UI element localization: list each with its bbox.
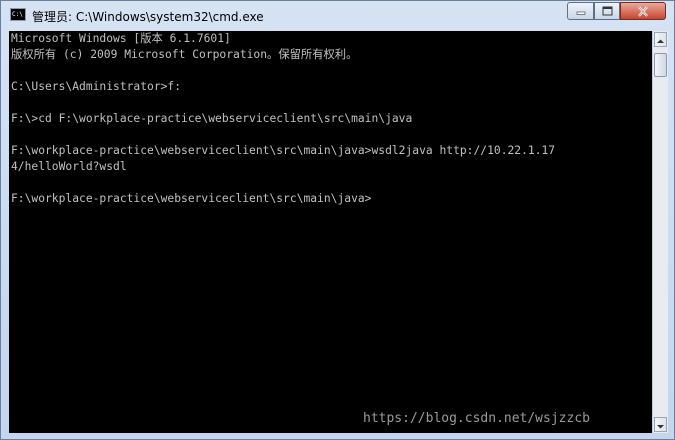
title-bar[interactable]: C:\ 管理员: C:\Windows\system32\cmd.exe [1, 1, 674, 31]
scroll-up-button[interactable] [654, 32, 667, 47]
maximize-button[interactable] [594, 2, 620, 20]
cmd-window: C:\ 管理员: C:\Windows\system32\cmd.exe Mic… [0, 0, 675, 440]
close-button[interactable] [620, 2, 666, 20]
arrow-up-icon [657, 39, 664, 43]
close-icon [638, 5, 648, 17]
cmd-icon-text: C:\ [12, 11, 23, 18]
vertical-scrollbar[interactable] [652, 31, 668, 433]
minimize-button[interactable] [567, 2, 594, 20]
cmd-icon[interactable]: C:\ [10, 8, 26, 21]
console-line: F:\workplace-practice\webserviceclient\s… [11, 144, 556, 157]
console-prompt-line: F:\workplace-practice\webserviceclient\s… [11, 192, 372, 205]
window-title: 管理员: C:\Windows\system32\cmd.exe [32, 10, 264, 24]
console-line: C:\Users\Administrator>f: [11, 80, 182, 93]
watermark-text: https://blog.csdn.net/wsjzzcb [363, 411, 590, 426]
scrollbar-thumb[interactable] [654, 53, 667, 77]
minimize-icon [576, 11, 585, 15]
console-line: Microsoft Windows [版本 6.1.7601] [11, 32, 231, 45]
console-line: F:\>cd F:\workplace-practice\webservicec… [11, 112, 413, 125]
console-line: 4/helloWorld?wsdl [11, 160, 127, 173]
console-line: 版权所有 (c) 2009 Microsoft Corporation。保留所有… [11, 48, 358, 61]
arrow-down-icon [657, 425, 664, 429]
scroll-down-button[interactable] [654, 417, 667, 432]
console-output[interactable]: Microsoft Windows [版本 6.1.7601] 版权所有 (c)… [9, 31, 652, 433]
maximize-icon [602, 6, 612, 16]
